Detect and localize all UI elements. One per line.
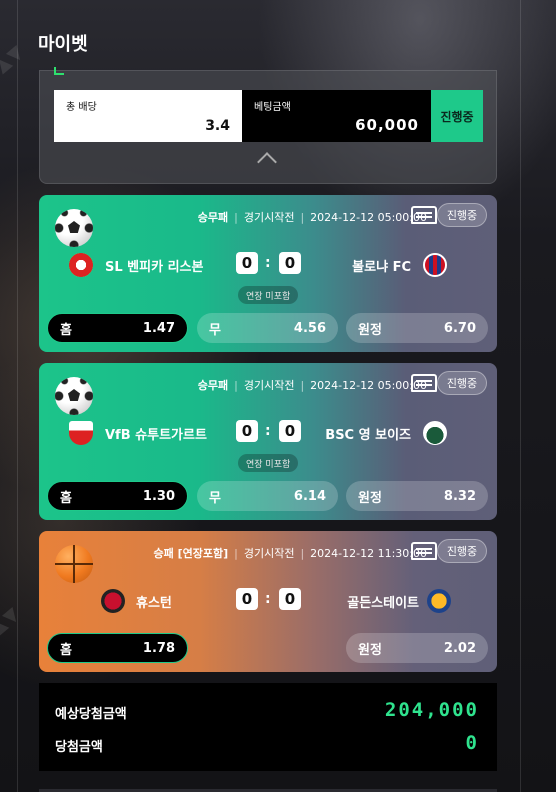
odd-away-button[interactable]: 원정 6.70	[346, 313, 488, 343]
chevron-up-icon[interactable]	[257, 152, 277, 172]
odd-away-button[interactable]: 원정 2.02	[346, 633, 488, 663]
total-odds-value: 3.4	[205, 118, 230, 134]
benfica-crest-icon	[69, 253, 93, 277]
match-state: 경기시작전	[243, 211, 295, 224]
odd-draw-button[interactable]: 무 4.56	[197, 313, 338, 343]
odd-home-button[interactable]: 홈 1.47	[47, 313, 188, 343]
status-badge: 진행중	[437, 371, 487, 395]
away-team-name: BSC 영 보이즈	[325, 428, 411, 443]
soccer-ball-icon	[55, 377, 93, 415]
young-boys-crest-icon	[423, 421, 447, 445]
status-badge: 진행중	[437, 539, 487, 563]
match-meta: 승무패 | 경기시작전 | 2024-12-12 05:00:00	[197, 210, 427, 225]
bet-amount-box: 베팅금액 60,000	[242, 90, 431, 142]
match-card: 승무패 | 경기시작전 | 2024-12-12 05:00:00 진행중 SL…	[39, 195, 497, 352]
basketball-icon	[55, 545, 93, 583]
odd-home-button[interactable]: 홈 1.78	[47, 633, 188, 663]
away-score: 0	[279, 252, 301, 274]
odds-row: 홈 1.30 무 6.14 원정 8.32	[47, 481, 488, 511]
odd-home-button[interactable]: 홈 1.30	[47, 481, 188, 511]
bet-amount-value: 60,000	[355, 116, 419, 134]
odd-draw-button[interactable]: 무 6.14	[197, 481, 338, 511]
warriors-logo-icon	[427, 589, 451, 613]
winnings-panel: 예상당첨금액 204,000 당첨금액 0	[39, 683, 497, 771]
checkbox-icon	[54, 67, 64, 75]
match-card: 승패 [연장포함] | 경기시작전 | 2024-12-12 11:30:00 …	[39, 531, 497, 672]
soccer-ball-icon	[55, 209, 93, 247]
odds-row: 홈 1.47 무 4.56 원정 6.70	[47, 313, 488, 343]
win-amount-label: 당첨금액	[55, 740, 103, 755]
page-title: 마이벳	[38, 34, 88, 55]
match-datetime: 2024-12-12 05:00:00	[310, 210, 427, 224]
match-state: 경기시작전	[243, 547, 295, 560]
total-odds-label: 총 배당	[66, 102, 97, 113]
odd-away-button[interactable]: 원정 8.32	[346, 481, 488, 511]
market-type: 승무패	[197, 211, 229, 224]
stadium-icon	[411, 542, 437, 560]
stadium-icon	[411, 374, 437, 392]
away-team-name: 볼로냐 FC	[352, 260, 411, 275]
divider-left	[17, 0, 18, 792]
extra-time-badge: 연장 미포함	[238, 286, 299, 304]
total-odds-box: 총 배당 3.4	[54, 90, 242, 142]
match-card: 승무패 | 경기시작전 | 2024-12-12 05:00:00 진행중 Vf…	[39, 363, 497, 520]
stadium-icon	[411, 206, 437, 224]
divider-right	[520, 0, 521, 792]
market-type: 승패 [연장포함]	[153, 547, 229, 560]
away-score: 0	[279, 588, 301, 610]
teams-row: VfB 슈투트가르트 0 : 0 BSC 영 보이즈	[39, 419, 497, 447]
teams-row: 휴스턴 0 : 0 골든스테이트	[39, 587, 497, 615]
match-datetime: 2024-12-12 11:30:00	[310, 546, 427, 560]
match-state: 경기시작전	[243, 379, 295, 392]
rockets-logo-icon	[101, 589, 125, 613]
home-score: 0	[236, 420, 258, 442]
expected-win-value: 204,000	[384, 699, 479, 721]
teams-row: SL 벤피카 리스본 0 : 0 볼로냐 FC	[39, 251, 497, 279]
match-datetime: 2024-12-12 05:00:00	[310, 378, 427, 392]
home-team-name: 휴스턴	[136, 596, 172, 611]
away-team-name: 골든스테이트	[347, 596, 419, 611]
away-score: 0	[279, 420, 301, 442]
bologna-crest-icon	[423, 253, 447, 277]
home-team-name: VfB 슈투트가르트	[105, 428, 207, 443]
home-score: 0	[236, 588, 258, 610]
extra-time-badge: 연장 미포함	[238, 454, 299, 472]
expected-win-label: 예상당첨금액	[55, 707, 127, 722]
home-team-name: SL 벤피카 리스본	[105, 260, 204, 275]
summary-box: 총 배당 3.4 베팅금액 60,000 진행중	[54, 90, 497, 142]
bet-summary: 총 배당 3.4 베팅금액 60,000 진행중	[39, 67, 497, 184]
win-amount-value: 0	[465, 732, 479, 754]
market-type: 승무패	[197, 379, 229, 392]
status-button[interactable]: 진행중	[431, 90, 483, 142]
home-score: 0	[236, 252, 258, 274]
stuttgart-crest-icon	[69, 421, 93, 445]
match-meta: 승무패 | 경기시작전 | 2024-12-12 05:00:00	[197, 378, 427, 393]
bet-amount-label: 베팅금액	[254, 102, 291, 113]
match-meta: 승패 [연장포함] | 경기시작전 | 2024-12-12 11:30:00	[153, 546, 427, 561]
odds-row: 홈 1.78 원정 2.02	[47, 633, 488, 663]
status-badge: 진행중	[437, 203, 487, 227]
